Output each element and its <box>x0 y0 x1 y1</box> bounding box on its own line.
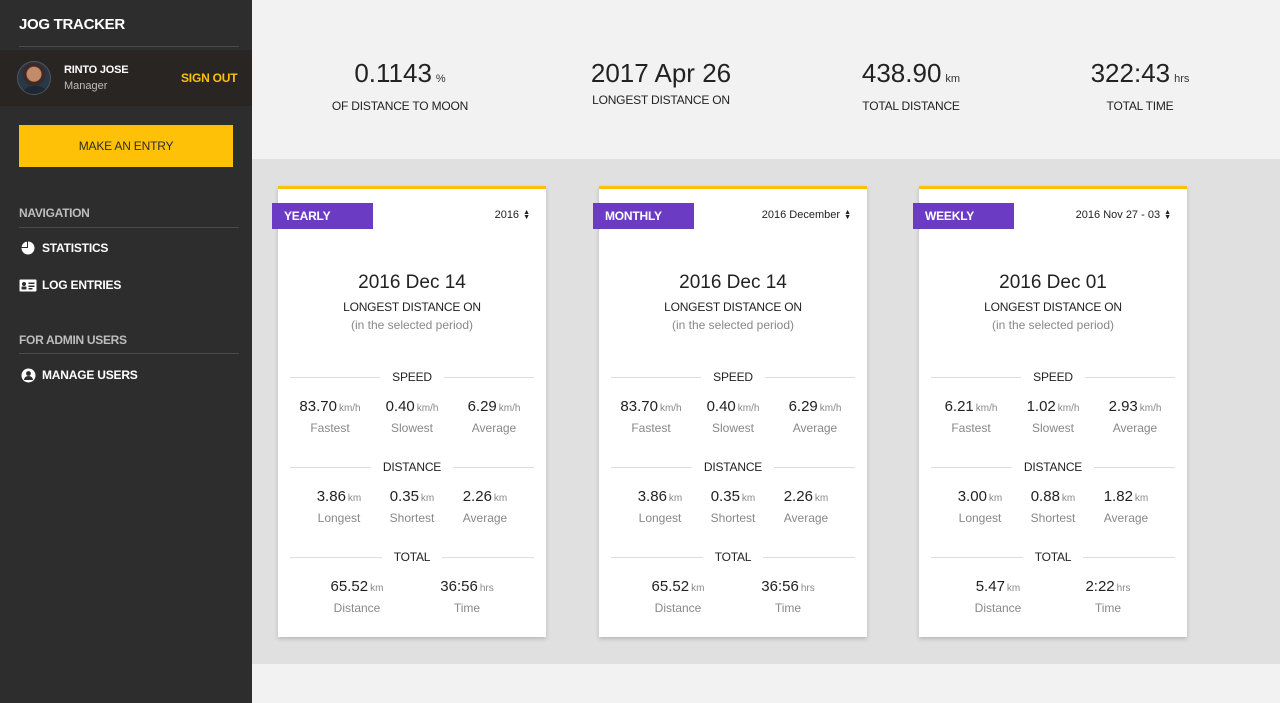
speed-fastest: 6.21 km/h Fastest <box>944 398 998 435</box>
speed-slowest: 0.40 km/h Slowest <box>706 398 760 435</box>
stat-unit: km <box>945 73 961 85</box>
user-circle-icon <box>19 367 37 383</box>
speed-average: 6.29 km/h Average <box>467 398 521 435</box>
total-time: 36:56 hrs Time <box>761 578 815 615</box>
distance-longest: 3.00 km Longest <box>957 488 1003 525</box>
distance-heading: DISTANCE <box>931 460 1175 474</box>
longest-label: LONGEST DISTANCE ON <box>343 300 481 314</box>
stat-total-time: 322:43 hrs TOTAL TIME <box>1025 58 1255 113</box>
card-tag: MONTHLY <box>593 203 694 229</box>
stat-value: 2017 Apr 26 <box>590 58 732 88</box>
speed-heading: SPEED <box>290 370 534 384</box>
sign-out-link[interactable]: SIGN OUT <box>181 71 238 85</box>
period-note: (in the selected period) <box>671 318 795 332</box>
stat-longest-distance-on: 2017 Apr 26 LONGEST DISTANCE ON <box>546 58 776 107</box>
total-time: 36:56 hrs Time <box>440 578 494 615</box>
distance-shortest: 0.35 km Shortest <box>710 488 756 525</box>
yearly-card: YEARLY 2016 ▲ ▼ 2016 Dec 14 LONGEST DISTAN… <box>272 186 546 637</box>
distance-longest: 3.86 km Longest <box>316 488 362 525</box>
period-select[interactable]: 2016 December ▲ ▼ <box>762 209 851 221</box>
longest-label: LONGEST DISTANCE ON <box>984 300 1122 314</box>
distance-shortest: 0.88 km Shortest <box>1030 488 1076 525</box>
monthly-card: MONTHLY 2016 December ▲ ▼ 2016 Dec 14 LONG… <box>593 186 867 637</box>
stat-label: TOTAL DISTANCE <box>862 99 960 113</box>
divider <box>19 227 239 228</box>
nav-item-label: STATISTICS <box>42 241 109 255</box>
total-heading: TOTAL <box>611 550 856 564</box>
user-panel: RINTO JOSE Manager SIGN OUT <box>0 50 252 106</box>
nav-item-statistics[interactable]: STATISTICS <box>19 239 108 257</box>
period-note: (in the selected period) <box>350 318 474 332</box>
card-tag: YEARLY <box>272 203 373 229</box>
make-an-entry-button[interactable]: MAKE AN ENTRY <box>19 125 233 167</box>
stat-value: 322:43 <box>1090 58 1171 88</box>
card-tag: WEEKLY <box>913 203 1014 229</box>
total-distance: 65.52 km Distance <box>330 578 384 615</box>
sort-arrows-icon: ▲ ▼ <box>1164 209 1171 221</box>
stat-unit: % <box>435 73 446 85</box>
speed-average: 2.93 km/h Average <box>1108 398 1162 435</box>
speed-heading: SPEED <box>611 370 855 384</box>
speed-fastest: 83.70 km/h Fastest <box>620 398 682 435</box>
pie-chart-icon <box>19 240 37 256</box>
speed-heading: SPEED <box>931 370 1175 384</box>
total-distance: 5.47 km Distance <box>974 578 1022 615</box>
admin-heading: FOR ADMIN USERS <box>19 333 127 347</box>
distance-average: 1.82 km Average <box>1103 488 1149 525</box>
stat-label: LONGEST DISTANCE ON <box>592 93 730 107</box>
total-heading: TOTAL <box>290 550 535 564</box>
longest-date: 2016 Dec 14 <box>679 272 787 293</box>
app-title: JOG TRACKER <box>19 16 125 33</box>
distance-average: 2.26 km Average <box>462 488 508 525</box>
speed-slowest: 1.02 km/h Slowest <box>1026 398 1080 435</box>
period-value: 2016 December <box>761 209 841 221</box>
speed-slowest: 0.40 km/h Slowest <box>385 398 439 435</box>
user-name: RINTO JOSE <box>64 64 129 76</box>
longest-date: 2016 Dec 14 <box>358 272 466 293</box>
nav-item-manage-users[interactable]: MANAGE USERS <box>19 366 138 384</box>
distance-average: 2.26 km Average <box>783 488 829 525</box>
longest-label: LONGEST DISTANCE ON <box>664 300 802 314</box>
period-value: 2016 Nov 27 - 03 <box>1075 209 1161 221</box>
period-value: 2016 <box>494 209 520 221</box>
nav-item-label: MANAGE USERS <box>42 368 138 382</box>
stat-label: OF DISTANCE TO MOON <box>331 99 469 113</box>
stat-unit: hrs <box>1174 73 1190 85</box>
period-select[interactable]: 2016 Nov 27 - 03 ▲ ▼ <box>1076 209 1171 221</box>
distance-shortest: 0.35 km Shortest <box>389 488 435 525</box>
stat-value: 0.1143 <box>354 58 432 88</box>
speed-average: 6.29 km/h Average <box>788 398 842 435</box>
stat-distance-to-moon: 0.1143% OF DISTANCE TO MOON <box>285 58 515 113</box>
period-select[interactable]: 2016 ▲ ▼ <box>495 209 530 221</box>
stat-value: 438.90 <box>861 58 942 88</box>
sort-arrows-icon: ▲ ▼ <box>844 209 851 221</box>
total-time: 2:22 hrs Time <box>1085 578 1131 615</box>
weekly-card: WEEKLY 2016 Nov 27 - 03 ▲ ▼ 2016 Dec 01 LO… <box>913 186 1187 637</box>
speed-fastest: 83.70 km/h Fastest <box>299 398 361 435</box>
distance-heading: DISTANCE <box>290 460 534 474</box>
nav-item-label: LOG ENTRIES <box>42 278 122 292</box>
divider <box>19 353 239 354</box>
avatar <box>17 61 51 95</box>
distance-longest: 3.86 km Longest <box>637 488 683 525</box>
navigation-heading: NAVIGATION <box>19 206 90 220</box>
nav-item-log-entries[interactable]: LOG ENTRIES <box>19 276 121 294</box>
sort-arrows-icon: ▲ ▼ <box>523 209 530 221</box>
distance-heading: DISTANCE <box>611 460 855 474</box>
total-heading: TOTAL <box>931 550 1176 564</box>
period-note: (in the selected period) <box>991 318 1115 332</box>
sidebar: JOG TRACKER RINTO JOSE Manager SIGN OUT … <box>0 0 252 703</box>
stat-total-distance: 438.90 km TOTAL DISTANCE <box>796 58 1026 113</box>
user-role: Manager <box>64 80 108 92</box>
stat-label: TOTAL TIME <box>1106 99 1174 113</box>
id-card-icon <box>19 277 37 293</box>
divider <box>19 46 239 47</box>
longest-date: 2016 Dec 01 <box>999 272 1107 293</box>
total-distance: 65.52 km Distance <box>651 578 705 615</box>
